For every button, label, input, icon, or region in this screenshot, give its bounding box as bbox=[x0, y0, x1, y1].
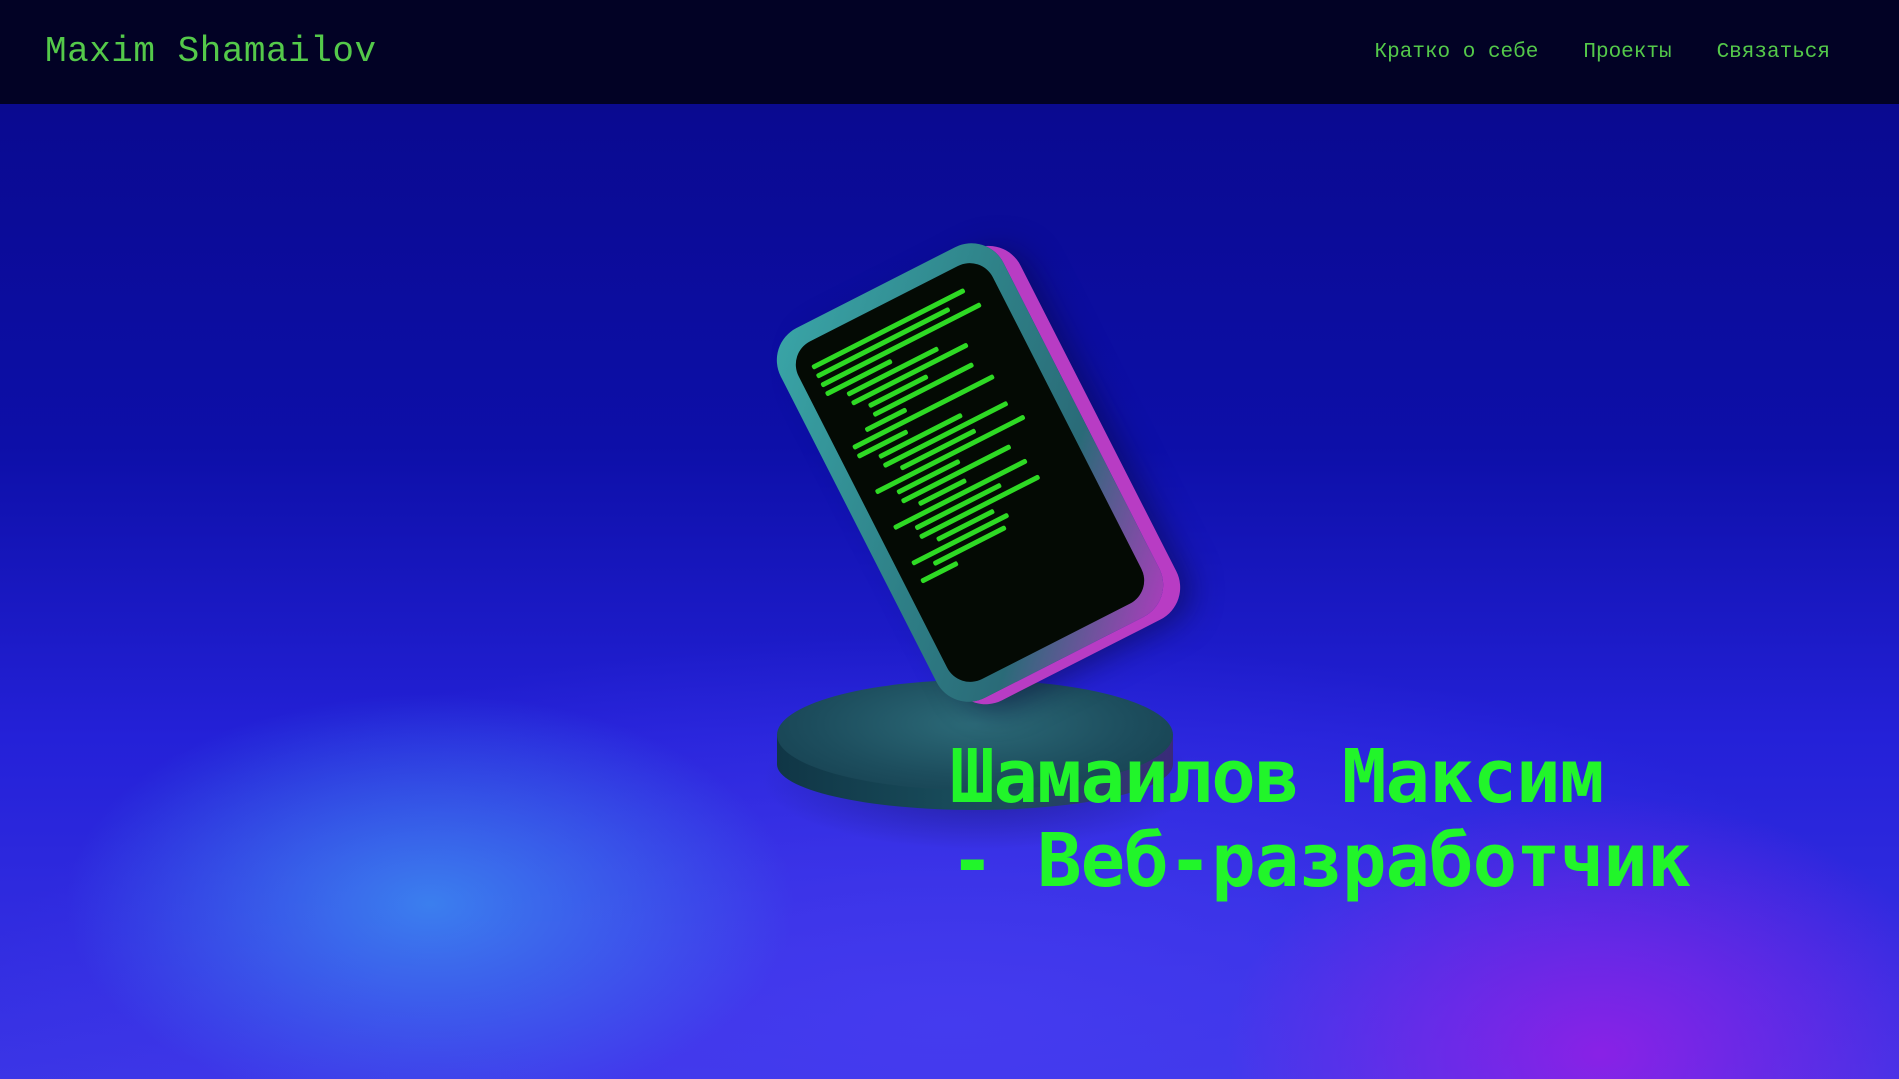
nav-link-about[interactable]: Кратко о себе bbox=[1375, 40, 1539, 66]
nav-link-projects[interactable]: Проекты bbox=[1583, 40, 1671, 66]
site-header: Maxim Shamailov Кратко о себе Проекты Св… bbox=[0, 0, 1899, 104]
phone-code-screen bbox=[786, 254, 1154, 691]
nav-link-contact[interactable]: Связаться bbox=[1717, 40, 1830, 66]
headline-name: Шамаилов Максим bbox=[950, 734, 1604, 820]
headline-role: - Веб-разработчик bbox=[950, 818, 1691, 904]
phone-illustration bbox=[764, 230, 1176, 715]
main-nav: Кратко о себе Проекты Связаться bbox=[1375, 40, 1830, 66]
hero-headline: Шамаилов Максим - Веб-разработчик bbox=[950, 735, 1850, 903]
brand-logo-link[interactable]: Maxim Shamailov bbox=[45, 30, 377, 74]
page: Maxim Shamailov Кратко о себе Проекты Св… bbox=[0, 0, 1899, 1079]
code-line bbox=[920, 560, 959, 584]
